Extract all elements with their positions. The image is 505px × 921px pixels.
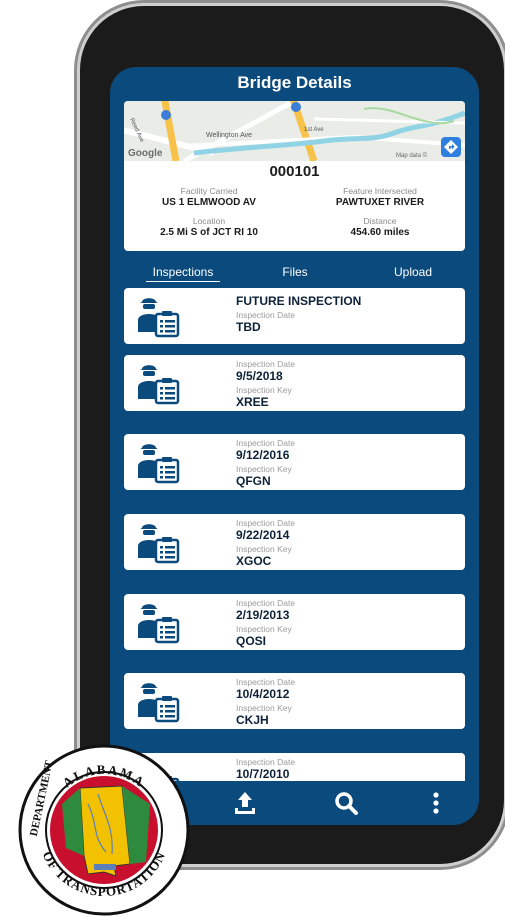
inspection-key-label: Inspection Key [236,464,292,474]
inspection-date: TBD [236,320,261,334]
inspection-key-label: Inspection Key [236,703,292,713]
location-label: Location [192,216,226,226]
inspection-date-label: Inspection Date [236,359,296,369]
inspector-clipboard-icon [134,520,184,564]
inspection-key: QFGN [236,474,271,488]
app-screen: Bridge Details Wellington Ave 1st Ave Re… [110,67,479,825]
list-item[interactable]: Inspection Date 9/12/2016 Inspection Key… [124,434,465,490]
bridge-id: 000101 [269,163,320,180]
inspection-date: 9/5/2018 [236,369,283,383]
more-vertical-icon[interactable] [422,789,450,817]
inspection-key: QOSI [236,634,267,648]
inspection-key-label: Inspection Key [236,544,292,554]
tab-files[interactable]: Files [260,265,330,279]
inspection-date: 9/12/2016 [236,448,290,462]
inspection-key: XGOC [236,554,272,568]
inspection-date: 10/4/2012 [236,687,290,701]
inspection-date-label: Inspection Date [236,757,296,767]
tab-bar: Inspections Files Upload [110,265,479,285]
list-item[interactable]: Inspection Date 10/4/2012 Inspection Key… [124,673,465,729]
map-view[interactable]: Wellington Ave 1st Ave Reed Ave Map data… [124,101,465,164]
feature-intersected-field: Feature Intersected PAWTUXET RIVER [295,186,465,208]
facility-carried-label: Facility Carried [180,186,238,196]
facility-carried-value: US 1 ELMWOOD AV [162,197,256,208]
inspection-date: 2/19/2013 [236,608,290,622]
inspection-title: FUTURE INSPECTION [236,294,362,308]
inspector-clipboard-icon [134,600,184,644]
page-title: Bridge Details [237,73,352,92]
inspector-clipboard-icon [134,440,184,484]
inspector-clipboard-icon [134,679,184,723]
inspection-date: 9/22/2014 [236,528,290,542]
inspector-clipboard-icon [134,294,184,338]
tab-upload[interactable]: Upload [378,265,448,279]
aldot-seal-logo: ALABAMA OF TRANSPORTATION DEPARTMENT [18,744,190,916]
inspection-key-label: Inspection Key [236,385,292,395]
inspection-key: CKJH [236,713,269,727]
inspection-date-label: Inspection Date [236,438,296,448]
inspection-date-label: Inspection Date [236,598,296,608]
facility-carried-field: Facility Carried US 1 ELMWOOD AV [124,186,294,208]
inspection-date-label: Inspection Date [236,518,296,528]
map-label-wellington: Wellington Ave [206,132,252,139]
inspection-key-label: Inspection Key [236,624,292,634]
bridge-info-card: Wellington Ave 1st Ave Reed Ave Map data… [124,101,465,251]
map-roads: Wellington Ave 1st Ave Reed Ave Map data… [124,101,465,164]
inspector-clipboard-icon [134,361,184,405]
google-logo: Google [128,148,163,159]
feature-intersected-value: PAWTUXET RIVER [335,197,425,208]
distance-value: 454.60 miles [350,227,410,238]
upload-icon[interactable] [231,789,259,817]
inspection-date-label: Inspection Date [236,677,296,687]
location-field: Location 2.5 Mi S of JCT RI 10 [124,216,294,238]
map-attribution: Map data © [396,152,428,159]
inspection-date: 10/7/2010 [236,767,290,781]
directions-icon[interactable] [441,137,461,157]
tab-inspections[interactable]: Inspections [146,265,220,282]
distance-field: Distance 454.60 miles [295,216,465,238]
distance-label: Distance [363,216,397,226]
list-item[interactable]: Inspection Date 2/19/2013 Inspection Key… [124,594,465,650]
list-item[interactable]: Inspection Date 9/5/2018 Inspection Key … [124,355,465,411]
list-item[interactable]: Inspection Date 9/22/2014 Inspection Key… [124,514,465,570]
map-label-1st-ave: 1st Ave [304,127,324,133]
location-value: 2.5 Mi S of JCT RI 10 [160,227,258,238]
list-item[interactable]: FUTURE INSPECTION Inspection Date TBD [124,288,465,344]
inspection-key: XREE [236,395,269,409]
search-icon[interactable] [332,789,360,817]
inspection-date-label: Inspection Date [236,310,296,320]
feature-intersected-label: Feature Intersected [343,186,417,196]
